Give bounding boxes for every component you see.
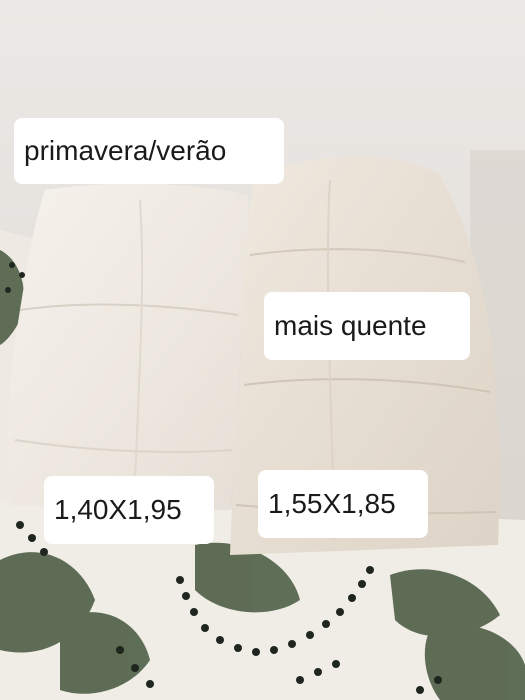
duvet-photo: primavera/verão mais quente 1,40X1,95 1,… [0,0,525,700]
label-size-left: 1,40X1,95 [44,476,214,544]
label-warmer: mais quente [264,292,470,360]
label-spring-summer: primavera/verão [14,118,284,184]
left-duvet [7,183,249,510]
label-size-right: 1,55X1,85 [258,470,428,538]
